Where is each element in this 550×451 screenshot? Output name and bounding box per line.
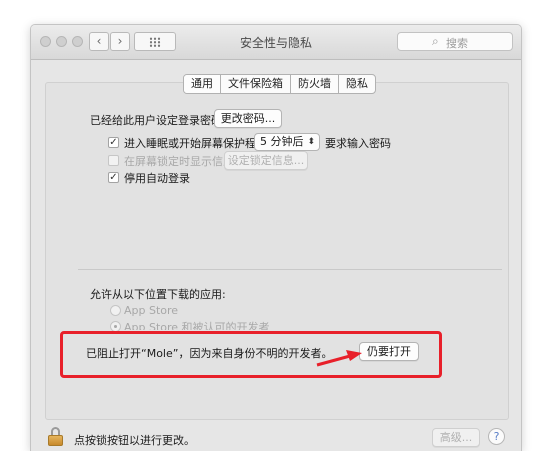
search-icon: ⌕	[432, 34, 439, 48]
require-password-suffix: 要求输入密码	[325, 137, 391, 150]
require-password-checkbox[interactable]: ✓	[108, 137, 119, 148]
updown-icon: ⬍	[307, 137, 315, 147]
downloads-heading: 允许从以下位置下载的应用:	[90, 288, 226, 301]
search-field[interactable]: ⌕ 搜索	[397, 32, 513, 51]
separator	[78, 269, 502, 270]
require-password-label: 进入睡眠或开始屏幕保护程序	[124, 137, 267, 150]
blocked-app-message: 已阻止打开“Mole”，因为来自身份不明的开发者。	[86, 347, 333, 360]
lock-instructions: 点按锁按钮以进行更改。	[74, 434, 195, 447]
show-message-label: 在屏幕锁定时显示信息	[124, 155, 234, 168]
set-lock-message-button[interactable]: 设定锁定信息...	[224, 151, 308, 170]
radio-app-store-label: App Store	[124, 304, 179, 317]
tab-general[interactable]: 通用	[184, 75, 221, 93]
tab-bar: 通用 文件保险箱 防火墙 隐私	[183, 74, 376, 94]
open-anyway-button[interactable]: 仍要打开	[359, 342, 419, 361]
show-message-checkbox[interactable]	[108, 155, 119, 166]
help-icon: ?	[493, 430, 500, 443]
disable-auto-login-label: 停用自动登录	[124, 172, 190, 185]
tab-firewall[interactable]: 防火墙	[291, 75, 339, 93]
radio-app-store-identified-label: App Store 和被认可的开发者	[124, 321, 270, 330]
password-status-label: 已经给此用户设定登录密码	[90, 114, 222, 127]
check-icon: ✓	[109, 137, 118, 148]
search-placeholder: 搜索	[446, 37, 468, 50]
title-bar: ‹ › 安全性与隐私 ⌕ 搜索	[31, 25, 521, 60]
security-privacy-window: ‹ › 安全性与隐私 ⌕ 搜索 通用 文件保险箱 防火墙 隐私	[30, 24, 522, 451]
advanced-button[interactable]: 高级...	[432, 428, 480, 447]
tab-privacy[interactable]: 隐私	[339, 75, 375, 93]
tab-filevault[interactable]: 文件保险箱	[221, 75, 291, 93]
disable-auto-login-checkbox[interactable]: ✓	[108, 172, 119, 183]
change-password-button[interactable]: 更改密码...	[214, 109, 282, 128]
radio-app-store[interactable]	[110, 305, 121, 316]
check-icon: ✓	[109, 172, 118, 183]
password-delay-value: 5 分钟后	[260, 135, 304, 148]
lock-icon[interactable]	[48, 427, 63, 446]
help-button[interactable]: ?	[488, 428, 505, 445]
password-delay-select[interactable]: 5 分钟后 ⬍	[254, 133, 320, 151]
